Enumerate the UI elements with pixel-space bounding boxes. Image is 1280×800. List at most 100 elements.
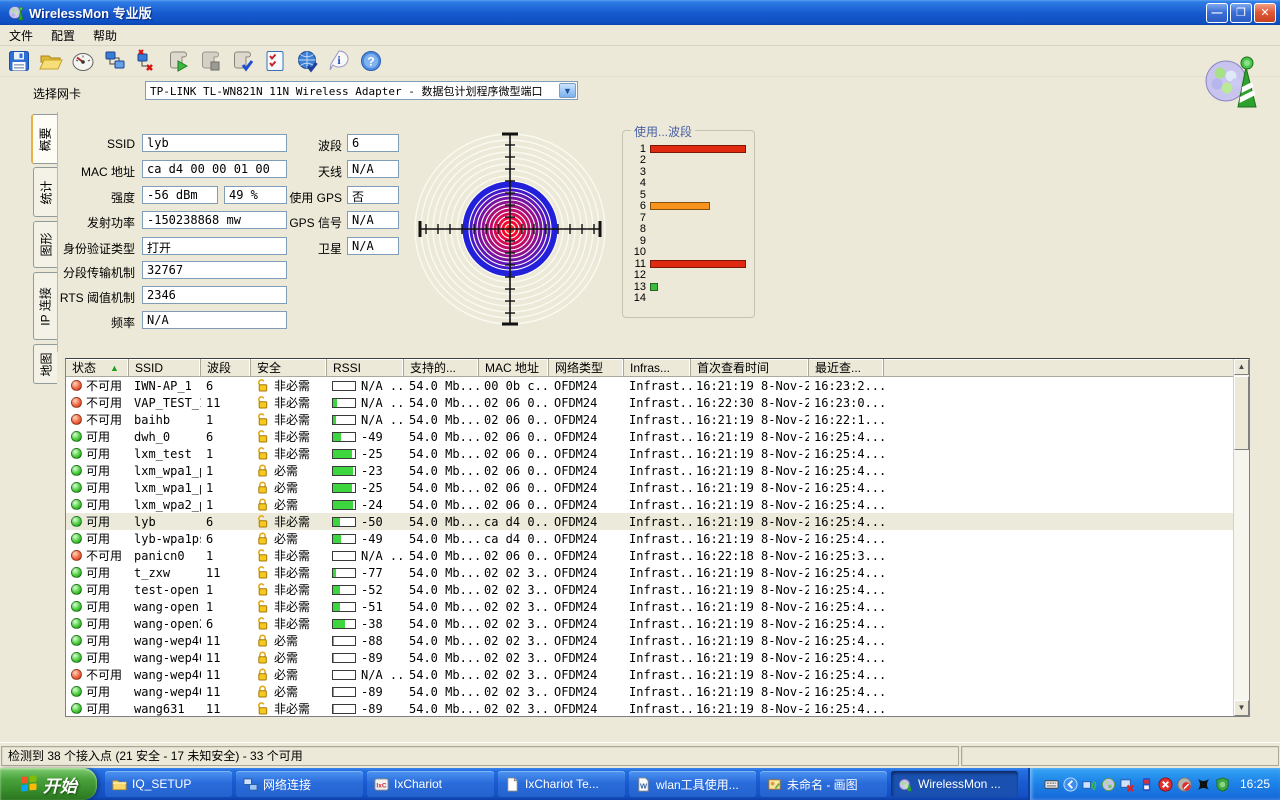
blocked-ball-tray-icon[interactable]: [1177, 776, 1193, 792]
close-button[interactable]: ✕: [1254, 3, 1276, 23]
table-row[interactable]: 可用lxm_test1非必需-2554.0 Mb...02 06 0...OFD…: [66, 445, 1233, 462]
vertical-scrollbar[interactable]: ▲ ▼: [1233, 359, 1249, 716]
header-label: RSSI: [333, 361, 361, 375]
table-row[interactable]: 不可用VAP_TEST_11G11非必需N/A ...54.0 Mb...02 …: [66, 394, 1233, 411]
table-row[interactable]: 可用lyb-wpa1psk6必需-4954.0 Mb...ca d4 0...O…: [66, 530, 1233, 547]
column-header-net-type[interactable]: 网络类型: [549, 359, 624, 377]
menu-config[interactable]: 配置: [42, 25, 84, 46]
cell-rssi: -49: [327, 428, 404, 445]
table-row[interactable]: 不可用baihb1非必需N/A ...54.0 Mb...02 06 0...O…: [66, 411, 1233, 428]
scrollbar-thumb[interactable]: [1234, 376, 1249, 450]
cell-status: 可用: [66, 564, 129, 581]
checklist-toolbar-button[interactable]: [260, 48, 289, 75]
cell-net-type: OFDM24: [549, 530, 624, 547]
table-row-selected[interactable]: 可用lyb6非必需-5054.0 Mb...ca d4 0...OFDM24In…: [66, 513, 1233, 530]
table-row[interactable]: 可用wang-wep40-211必需-8954.0 Mb...02 02 3..…: [66, 649, 1233, 666]
taskbar-task-wlan-[interactable]: Wwlan工具使用...: [629, 771, 756, 797]
monitor-signal-tray-icon[interactable]: [1082, 776, 1098, 792]
keyboard-tray-icon[interactable]: [1044, 776, 1060, 792]
taskbar-task--[interactable]: 网络连接: [236, 771, 363, 797]
column-header-rates[interactable]: 支持的...: [404, 359, 479, 377]
channel-row: 12: [629, 270, 750, 282]
open-folder-toolbar-button[interactable]: [36, 48, 65, 75]
table-row[interactable]: 可用wang63111非必需-8954.0 Mb...02 02 3...OFD…: [66, 700, 1233, 716]
strength-dbm-field[interactable]: -56 dBm: [142, 186, 218, 204]
table-row[interactable]: 不可用wang-wep40-311必需N/A ...54.0 Mb...02 0…: [66, 666, 1233, 683]
table-row[interactable]: 可用t_zxw11非必需-7754.0 Mb...02 02 3...OFDM2…: [66, 564, 1233, 581]
column-header-last-seen[interactable]: 最近查...: [809, 359, 884, 377]
cell-first-seen: 16:21:19 8-Nov-2010: [691, 700, 809, 716]
taskbar-task-ixchariot-te-[interactable]: IxChariot Te...: [498, 771, 625, 797]
table-row[interactable]: 可用dwh_06非必需-4954.0 Mb...02 06 0...OFDM24…: [66, 428, 1233, 445]
menu-help[interactable]: 帮助: [84, 25, 126, 46]
cell-security: 非必需: [251, 445, 327, 462]
satellite-field[interactable]: N/A: [347, 237, 399, 255]
start-button[interactable]: 开始: [0, 768, 97, 800]
cell-channel: 6: [201, 513, 251, 530]
column-header-ssid[interactable]: SSID: [129, 359, 201, 377]
cell-last-seen: 16:25:4...: [809, 615, 884, 632]
scroll-down-button[interactable]: ▼: [1234, 700, 1249, 716]
wirelessmon-globe-tray-icon[interactable]: [1101, 776, 1117, 792]
help-toolbar-button[interactable]: ?: [356, 48, 385, 75]
taskbar-task-iq_setup[interactable]: IQ_SETUP: [105, 771, 232, 797]
monitor-error-tray-icon[interactable]: [1120, 776, 1136, 792]
frag-field[interactable]: 32767: [142, 261, 287, 279]
cell-rates: 54.0 Mb...: [404, 428, 479, 445]
menu-file[interactable]: 文件: [0, 25, 42, 46]
cell-infrastructure: Infrast...: [624, 564, 691, 581]
table-row[interactable]: 可用test-open1非必需-5254.0 Mb...02 02 3...OF…: [66, 581, 1233, 598]
column-header-channel[interactable]: 波段: [201, 359, 251, 377]
taskbar-task--[interactable]: 未命名 - 画图: [760, 771, 887, 797]
table-row[interactable]: 不可用panicn01非必需N/A ...54.0 Mb...02 06 0..…: [66, 547, 1233, 564]
network-connect-toolbar-button[interactable]: [100, 48, 129, 75]
gps-signal-field[interactable]: N/A: [347, 211, 399, 229]
adapter-dropdown[interactable]: TP-LINK TL-WN821N 11N Wireless Adapter -…: [145, 81, 578, 100]
cell-rssi: N/A ...: [327, 377, 404, 394]
table-row[interactable]: 不可用IWN-AP_16非必需N/A ...54.0 Mb...00 0b c.…: [66, 377, 1233, 394]
column-header-mac[interactable]: MAC 地址: [479, 359, 549, 377]
log-stop-toolbar-button[interactable]: [196, 48, 225, 75]
table-row[interactable]: 可用wang-open26非必需-3854.0 Mb...02 02 3...O…: [66, 615, 1233, 632]
column-header-security[interactable]: 安全: [251, 359, 327, 377]
table-row[interactable]: 可用wang-wep40-411必需-8954.0 Mb...02 02 3..…: [66, 683, 1233, 700]
table-row[interactable]: 可用lxm_wpa2_p...1必需-2454.0 Mb...02 06 0..…: [66, 496, 1233, 513]
cell-rssi: -49: [327, 530, 404, 547]
access-point-table: 状态▲SSID波段安全 RSSI 支持的...MAC 地址网络类型Infras...…: [65, 358, 1250, 717]
table-row[interactable]: 可用wang-wep40-111必需-8854.0 Mb...02 02 3..…: [66, 632, 1233, 649]
chevron-down-icon[interactable]: ▼: [559, 83, 576, 98]
use-gps-field[interactable]: 否: [347, 186, 399, 204]
taskbar-task-wirelessmon-[interactable]: WirelessMon ...: [891, 771, 1018, 797]
column-header-first-seen[interactable]: 首次查看时间: [691, 359, 809, 377]
chevron-left-tray-icon[interactable]: [1063, 776, 1079, 792]
info-toolbar-button[interactable]: i: [324, 48, 353, 75]
freq-field[interactable]: N/A: [142, 311, 287, 329]
black-x-tray-icon[interactable]: [1196, 776, 1212, 792]
column-header-infrastructure[interactable]: Infras...: [624, 359, 691, 377]
scroll-up-button[interactable]: ▲: [1234, 359, 1249, 375]
battery-tray-icon[interactable]: [1139, 776, 1155, 792]
taskbar-task-ixchariot[interactable]: IxCIxChariot: [367, 771, 494, 797]
column-header-status[interactable]: 状态▲: [66, 359, 129, 377]
channel-field[interactable]: 6: [347, 134, 399, 152]
restore-button[interactable]: ❐: [1230, 3, 1252, 23]
green-shield-tray-icon[interactable]: [1215, 776, 1231, 792]
log-verify-toolbar-button[interactable]: [228, 48, 257, 75]
window-title: WirelessMon 专业版: [29, 3, 152, 22]
column-header-rssi[interactable]: RSSI: [327, 359, 404, 377]
save-toolbar-button[interactable]: [4, 48, 33, 75]
table-row[interactable]: 可用wang-open1非必需-5154.0 Mb...02 02 3...OF…: [66, 598, 1233, 615]
table-row[interactable]: 可用lxm_wpa1_p...1必需-2554.0 Mb...02 06 0..…: [66, 479, 1233, 496]
table-row[interactable]: 可用lxm_wpa1_p...1必需-2354.0 Mb...02 06 0..…: [66, 462, 1233, 479]
tab-map[interactable]: 地图: [33, 344, 57, 384]
red-x-ball-tray-icon[interactable]: [1158, 776, 1174, 792]
minimize-button[interactable]: —: [1206, 3, 1228, 23]
gauge-toolbar-button[interactable]: [68, 48, 97, 75]
antenna-field[interactable]: N/A: [347, 160, 399, 178]
channel-row: 5: [629, 189, 750, 201]
rts-field[interactable]: 2346: [142, 286, 287, 304]
adapter-label: 选择网卡: [33, 85, 81, 102]
log-start-toolbar-button[interactable]: [164, 48, 193, 75]
network-disconnect-toolbar-button[interactable]: [132, 48, 161, 75]
web-globe-toolbar-button[interactable]: [292, 48, 321, 75]
